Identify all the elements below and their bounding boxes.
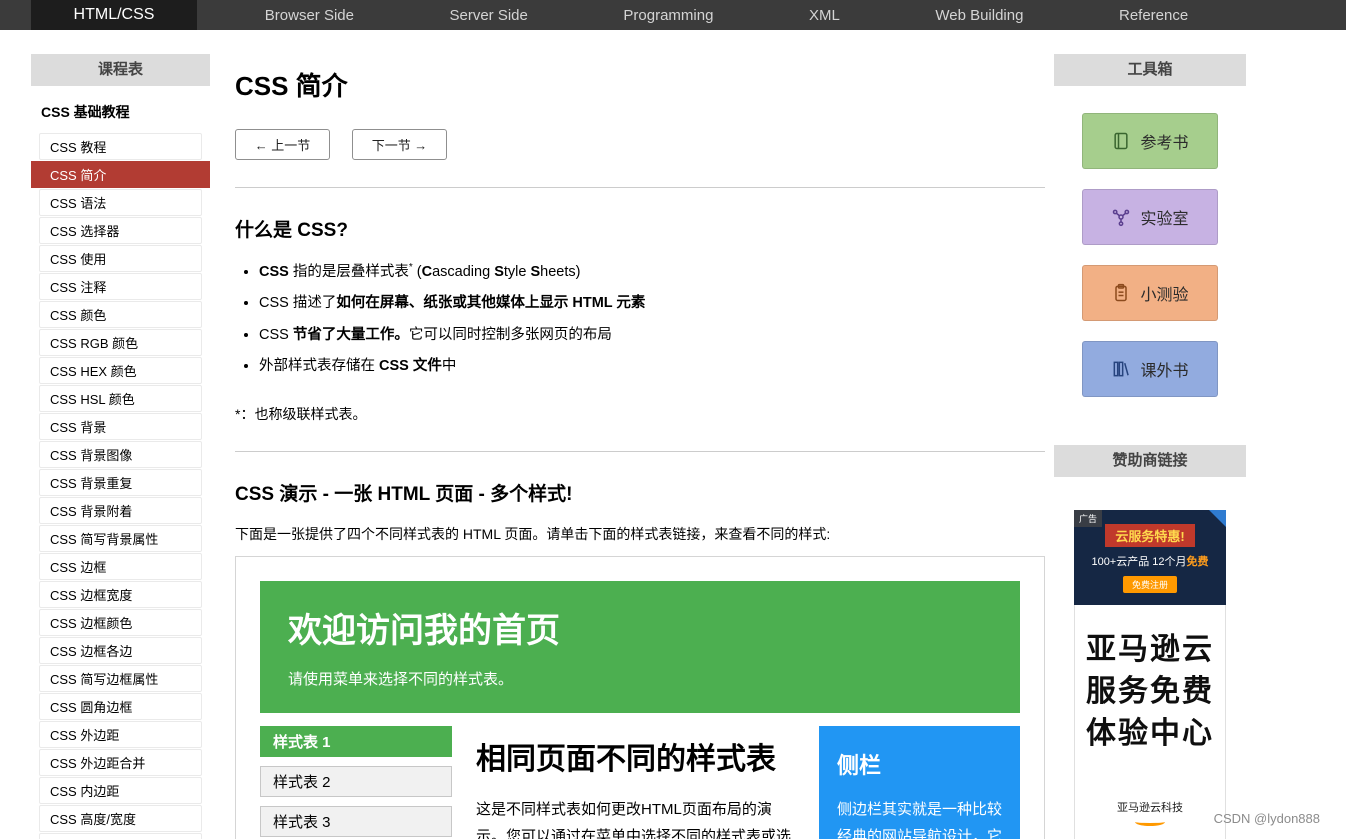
demo-sidebar: 侧栏 侧边栏其实就是一种比较经典的网站导航设计，它的形式通常为竖向的一列，展示在… xyxy=(819,726,1020,839)
demo-menu-stylesheet3[interactable]: 样式表 3 xyxy=(260,806,452,837)
demo-columns: 样式表 1 样式表 2 样式表 3 样式表 4 无样式表 相同页面不同的样式表 … xyxy=(260,726,1020,839)
ad-banner[interactable]: 广告 云服务特惠! 100+云产品 12个月免费 免费注册 亚马逊云 服务免费 … xyxy=(1074,510,1226,839)
sidebar-item[interactable]: CSS 圆角边框 xyxy=(39,693,202,720)
ad-promo-badge: 云服务特惠! xyxy=(1105,524,1194,547)
list-item: CSS 节省了大量工作。它可以同时控制多张网页的布局 xyxy=(259,324,1045,346)
course-sidebar: 课程表 CSS 基础教程 CSS 教程 CSS 简介 CSS 语法 CSS 选择… xyxy=(31,54,210,839)
sidebar-section-title: CSS 基础教程 xyxy=(31,86,210,132)
book-icon xyxy=(1111,131,1131,151)
sidebar-item[interactable]: CSS RGB 颜色 xyxy=(39,329,202,356)
sidebar-list: CSS 教程 CSS 简介 CSS 语法 CSS 选择器 CSS 使用 CSS … xyxy=(31,133,210,839)
smile-arc-icon xyxy=(1135,818,1165,826)
demo-sidebar-title: 侧栏 xyxy=(837,748,1002,780)
sidebar-item[interactable]: CSS 使用 xyxy=(39,245,202,272)
ad-promo-line: 100+云产品 12个月免费 xyxy=(1080,553,1220,569)
css-demo-heading: CSS 演示 - 一张 HTML 页面 - 多个样式! xyxy=(235,479,1045,506)
books-icon xyxy=(1111,359,1131,379)
sidebar-item[interactable]: CSS 外边距 xyxy=(39,721,202,748)
toolbox-header: 工具箱 xyxy=(1054,54,1246,86)
ad-register-button[interactable]: 免费注册 xyxy=(1123,576,1177,593)
right-column: 工具箱 参考书 实验室 小测验 课外书 赞助商 xyxy=(1054,54,1246,839)
nav-item-server-side[interactable]: Server Side xyxy=(450,7,528,24)
divider xyxy=(235,451,1045,452)
list-item: 外部样式表存储在 CSS 文件中 xyxy=(259,355,1045,377)
divider xyxy=(235,187,1045,188)
nav-tab-html-css[interactable]: HTML/CSS xyxy=(31,0,197,30)
sidebar-item[interactable]: CSS 边框各边 xyxy=(39,637,202,664)
demo-menu-stylesheet1[interactable]: 样式表 1 xyxy=(260,726,452,757)
sidebar-item[interactable]: CSS 边框宽度 xyxy=(39,581,202,608)
nav-item-reference[interactable]: Reference xyxy=(1119,7,1188,24)
list-item: CSS 指的是层叠样式表* (Cascading Style Sheets) xyxy=(259,260,1045,283)
sidebar-item[interactable]: CSS 注释 xyxy=(39,273,202,300)
demo-banner-subtitle: 请使用菜单来选择不同的样式表。 xyxy=(288,668,992,689)
nav-item-web-building[interactable]: Web Building xyxy=(935,7,1023,24)
sidebar-item-active[interactable]: CSS 简介 xyxy=(31,161,210,188)
quiz-icon xyxy=(1111,283,1131,303)
toolbox-buttons: 参考书 实验室 小测验 课外书 xyxy=(1054,86,1246,425)
sidebar-item[interactable]: CSS 教程 xyxy=(39,133,202,160)
css-facts-list: CSS 指的是层叠样式表* (Cascading Style Sheets) C… xyxy=(259,260,1045,378)
demo-frame: 欢迎访问我的首页 请使用菜单来选择不同的样式表。 样式表 1 样式表 2 样式表… xyxy=(235,556,1045,839)
quiz-button[interactable]: 小测验 xyxy=(1082,265,1218,321)
sidebar-item[interactable]: CSS 高度/宽度 xyxy=(39,805,202,832)
extra-books-button[interactable]: 课外书 xyxy=(1082,341,1218,397)
demo-banner-title: 欢迎访问我的首页 xyxy=(288,603,992,652)
footnote: *：也称级联样式表。 xyxy=(235,404,1045,424)
ad-label: 广告 xyxy=(1074,510,1102,527)
ad-headline-section: 亚马逊云 服务免费 体验中心 亚马逊云科技 xyxy=(1074,605,1226,839)
nav-items: Browser Side Server Side Programming XML… xyxy=(197,0,1346,30)
nav-item-programming[interactable]: Programming xyxy=(623,7,713,24)
main-content: CSS 简介 ← 上一节 下一节 → 什么是 CSS? CSS 指的是层叠样式表… xyxy=(235,54,1045,839)
sidebar-header: 课程表 xyxy=(31,54,210,86)
demo-menu-stylesheet2[interactable]: 样式表 2 xyxy=(260,766,452,797)
sidebar-item[interactable]: CSS 颜色 xyxy=(39,301,202,328)
sidebar-item[interactable]: CSS 背景 xyxy=(39,413,202,440)
demo-style-menu: 样式表 1 样式表 2 样式表 3 样式表 4 无样式表 xyxy=(260,726,452,839)
sidebar-item[interactable]: CSS 框模型 xyxy=(39,833,202,839)
ad-headline: 亚马逊云 服务免费 体验中心 xyxy=(1081,629,1219,755)
page: HTML/CSS Browser Side Server Side Progra… xyxy=(0,0,1346,839)
pager: ← 上一节 下一节 → xyxy=(235,129,1045,160)
prev-section-button[interactable]: ← 上一节 xyxy=(235,129,330,160)
sidebar-item[interactable]: CSS 背景图像 xyxy=(39,441,202,468)
demo-sidebar-text: 侧边栏其实就是一种比较经典的网站导航设计，它的形式通常为竖向的一列，展示在网站的… xyxy=(837,796,1002,839)
sidebar-item[interactable]: CSS 简写边框属性 xyxy=(39,665,202,692)
nav-item-browser-side[interactable]: Browser Side xyxy=(265,7,354,24)
what-is-css-heading: 什么是 CSS? xyxy=(235,215,1045,242)
sidebar-item[interactable]: CSS 内边距 xyxy=(39,777,202,804)
reference-book-button[interactable]: 参考书 xyxy=(1082,113,1218,169)
list-item: CSS 描述了如何在屏幕、纸张或其他媒体上显示 HTML 元素 xyxy=(259,292,1045,314)
lab-button[interactable]: 实验室 xyxy=(1082,189,1218,245)
demo-article: 相同页面不同的样式表 这是不同样式表如何更改HTML页面布局的演示。您可以通过在… xyxy=(476,726,795,839)
sidebar-item[interactable]: CSS 简写背景属性 xyxy=(39,525,202,552)
sidebar-item[interactable]: CSS 边框颜色 xyxy=(39,609,202,636)
atom-icon xyxy=(1111,207,1131,227)
ad-choices-icon[interactable] xyxy=(1209,510,1226,527)
sidebar-item[interactable]: CSS HEX 颜色 xyxy=(39,357,202,384)
nav-item-xml[interactable]: XML xyxy=(809,7,840,24)
sidebar-item[interactable]: CSS 背景重复 xyxy=(39,469,202,496)
sidebar-item[interactable]: CSS 外边距合并 xyxy=(39,749,202,776)
sidebar-item[interactable]: CSS 边框 xyxy=(39,553,202,580)
demo-banner: 欢迎访问我的首页 请使用菜单来选择不同的样式表。 xyxy=(260,581,1020,713)
demo-article-text: 这是不同样式表如何更改HTML页面布局的演示。您可以通过在菜单中选择不同的样式表… xyxy=(476,796,795,839)
sponsor-header: 赞助商链接 xyxy=(1054,445,1246,477)
sidebar-item[interactable]: CSS 选择器 xyxy=(39,217,202,244)
demo-intro-text: 下面是一张提供了四个不同样式表的 HTML 页面。请单击下面的样式表链接，来查看… xyxy=(235,524,1045,544)
page-title: CSS 简介 xyxy=(235,66,1045,103)
sidebar-item[interactable]: CSS 背景附着 xyxy=(39,497,202,524)
ad-brand-logo: 亚马逊云科技 xyxy=(1081,799,1219,826)
next-section-button[interactable]: 下一节 → xyxy=(352,129,447,160)
sidebar-item[interactable]: CSS 语法 xyxy=(39,189,202,216)
demo-article-heading: 相同页面不同的样式表 xyxy=(476,734,795,778)
sidebar-item[interactable]: CSS HSL 颜色 xyxy=(39,385,202,412)
top-navigation: HTML/CSS Browser Side Server Side Progra… xyxy=(0,0,1346,30)
page-columns: 课程表 CSS 基础教程 CSS 教程 CSS 简介 CSS 语法 CSS 选择… xyxy=(0,30,1346,839)
watermark: CSDN @lydon888 xyxy=(1214,811,1320,826)
